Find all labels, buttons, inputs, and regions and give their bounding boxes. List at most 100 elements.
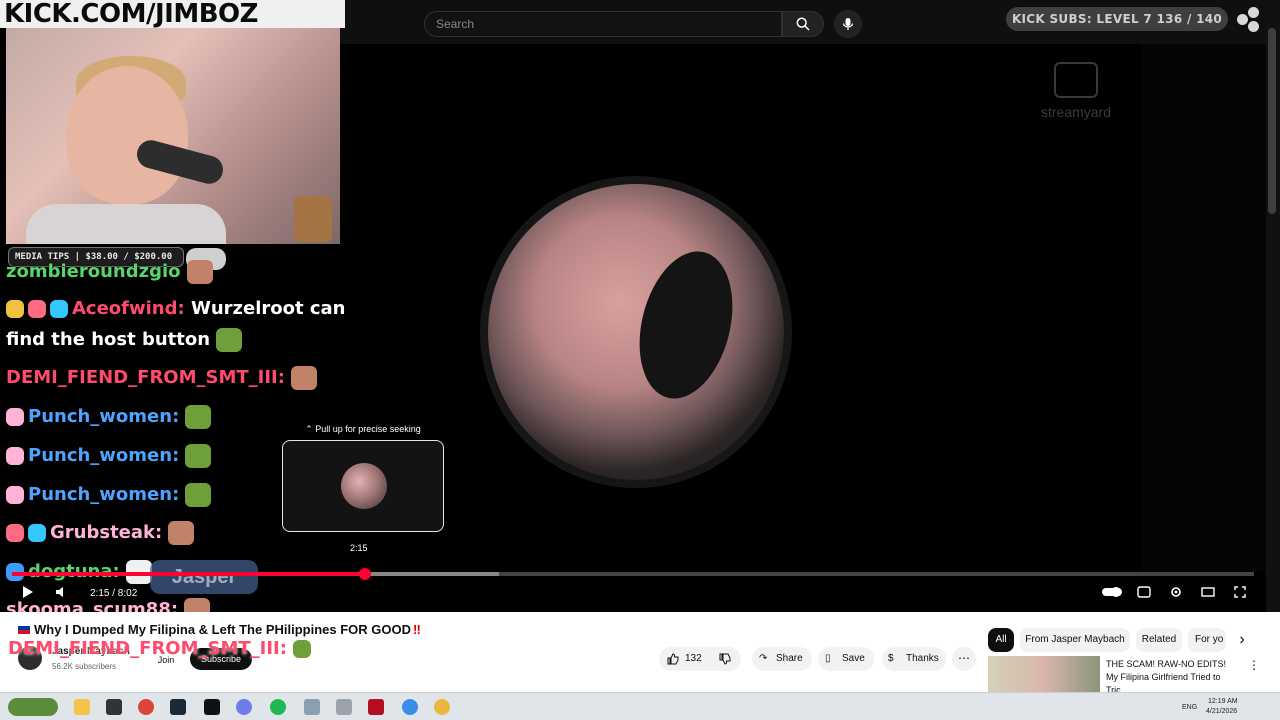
webcam-feed	[6, 28, 340, 244]
thanks-button[interactable]: $ Thanks	[882, 647, 946, 671]
voice-search-button[interactable]	[834, 10, 862, 38]
settings-button[interactable]	[1164, 580, 1188, 604]
chip-for-you[interactable]: For yo	[1188, 628, 1226, 652]
thumb-up-icon	[667, 653, 679, 665]
emoji	[185, 444, 212, 468]
captions-button[interactable]	[1132, 580, 1156, 604]
anime-figure	[294, 196, 332, 242]
subscriber-count: 56.2K subscribers	[52, 662, 117, 671]
search-input[interactable]: Search	[424, 11, 782, 37]
dislike-button[interactable]	[717, 647, 735, 671]
progress-handle[interactable]	[359, 568, 371, 580]
streamer-face	[66, 66, 188, 204]
save-button[interactable]: ▯ Save	[818, 647, 874, 671]
like-button[interactable]: 132	[667, 647, 713, 671]
progress-played	[12, 572, 365, 576]
clock-time[interactable]: 12:19 AM	[1208, 698, 1238, 705]
language-indicator[interactable]: ENG	[1182, 704, 1197, 711]
thumb-down-icon	[719, 653, 731, 665]
spotify-icon[interactable]	[270, 699, 286, 715]
thanks-label: Thanks	[906, 653, 939, 664]
screen: streamyard Search KICK.COM/JIMBOZ MEDIA …	[0, 0, 1280, 720]
badge-icon	[6, 408, 24, 426]
share-button[interactable]: ↷ Share	[752, 647, 812, 671]
time-display: 2:15 / 8:02	[90, 588, 138, 599]
badge-icon	[28, 300, 46, 318]
kick-subs-icon	[1236, 6, 1268, 34]
theater-icon	[1201, 587, 1215, 597]
fullscreen-button[interactable]	[1228, 580, 1252, 604]
microphone-icon	[842, 18, 854, 30]
gear-icon	[1171, 587, 1181, 597]
player-controls	[0, 580, 1266, 612]
chrome-icon[interactable]	[138, 699, 154, 715]
steam-icon[interactable]	[170, 699, 186, 715]
chips-next-button[interactable]: ›	[1232, 628, 1252, 652]
chat-line: Grubsteak:	[6, 521, 195, 545]
captions-icon	[1137, 586, 1151, 598]
seek-time: 2:15	[350, 543, 368, 553]
chat-bottom-line: DEMI_FIEND_FROM_SMT_III:	[8, 638, 311, 659]
dot	[1248, 21, 1259, 32]
cube-icon	[50, 300, 68, 318]
like-count: 132	[685, 653, 702, 664]
chat-line: zombieroundzgio	[6, 260, 213, 284]
clock-date[interactable]: 4/21/2026	[1206, 708, 1237, 715]
chat-line: find the host button	[6, 328, 243, 352]
more-actions-button[interactable]: ⋯	[952, 647, 976, 671]
video-title: Why I Dumped My Filipina & Left The PHil…	[18, 622, 421, 637]
preview-image	[341, 463, 387, 509]
scrollbar-thumb[interactable]	[1268, 28, 1276, 214]
search-icon	[796, 17, 810, 31]
streamyard-watermark: streamyard	[1030, 62, 1122, 124]
start-icon[interactable]	[8, 698, 58, 716]
app-icon[interactable]	[304, 699, 320, 715]
crown-icon	[6, 300, 24, 318]
cube-icon	[28, 524, 46, 542]
app-icon[interactable]	[106, 699, 122, 715]
emoji	[290, 366, 317, 390]
search-button[interactable]	[782, 11, 824, 37]
streamyard-logo-icon	[1054, 62, 1098, 98]
autoplay-toggle[interactable]	[1100, 580, 1124, 604]
app-icon[interactable]	[434, 699, 450, 715]
badge-icon	[6, 486, 24, 504]
share-icon: ↷	[759, 653, 768, 664]
recommendation-thumbnail[interactable]	[988, 656, 1100, 692]
toggle-icon	[1102, 587, 1122, 597]
fullscreen-icon	[1234, 586, 1246, 598]
badge-icon	[6, 524, 24, 542]
streamer-shirt	[26, 204, 226, 244]
chip-related[interactable]: Related	[1136, 628, 1182, 652]
volume-icon	[56, 587, 63, 597]
recommendation-menu-icon[interactable]: ⋮	[1248, 658, 1260, 672]
chat-line: Punch_women:	[6, 405, 212, 429]
chat-line: DEMI_FIEND_FROM_SMT_III:	[6, 366, 317, 390]
taskbar: ENG 12:19 AM 4/21/2026	[0, 692, 1280, 720]
more-icon: ⋯	[958, 651, 970, 665]
app-icon[interactable]	[402, 699, 418, 715]
chip-from-channel[interactable]: From Jasper Maybach	[1020, 628, 1130, 652]
emoji	[168, 521, 195, 545]
emoji	[185, 483, 212, 507]
badge-icon	[6, 447, 24, 465]
thanks-icon: $	[888, 653, 894, 664]
like-dislike-group: 132	[659, 647, 741, 671]
app-icon[interactable]	[368, 699, 384, 715]
kick-banner: KICK.COM/JIMBOZ	[0, 0, 345, 28]
volume-button[interactable]	[50, 580, 74, 604]
chat-line: Aceofwind: Wurzelroot can	[6, 298, 346, 319]
chip-all[interactable]: All	[988, 628, 1014, 652]
flag-icon	[18, 626, 30, 634]
bookmark-icon: ▯	[825, 653, 831, 664]
folder-icon[interactable]	[74, 699, 90, 715]
dot	[1248, 7, 1259, 18]
emoji	[292, 640, 311, 658]
theater-button[interactable]	[1196, 580, 1220, 604]
emoji	[185, 405, 212, 429]
discord-icon[interactable]	[236, 699, 252, 715]
terminal-icon[interactable]	[204, 699, 220, 715]
app-icon[interactable]	[336, 699, 352, 715]
watermark-text: streamyard	[1040, 104, 1112, 120]
play-button[interactable]	[16, 580, 40, 604]
